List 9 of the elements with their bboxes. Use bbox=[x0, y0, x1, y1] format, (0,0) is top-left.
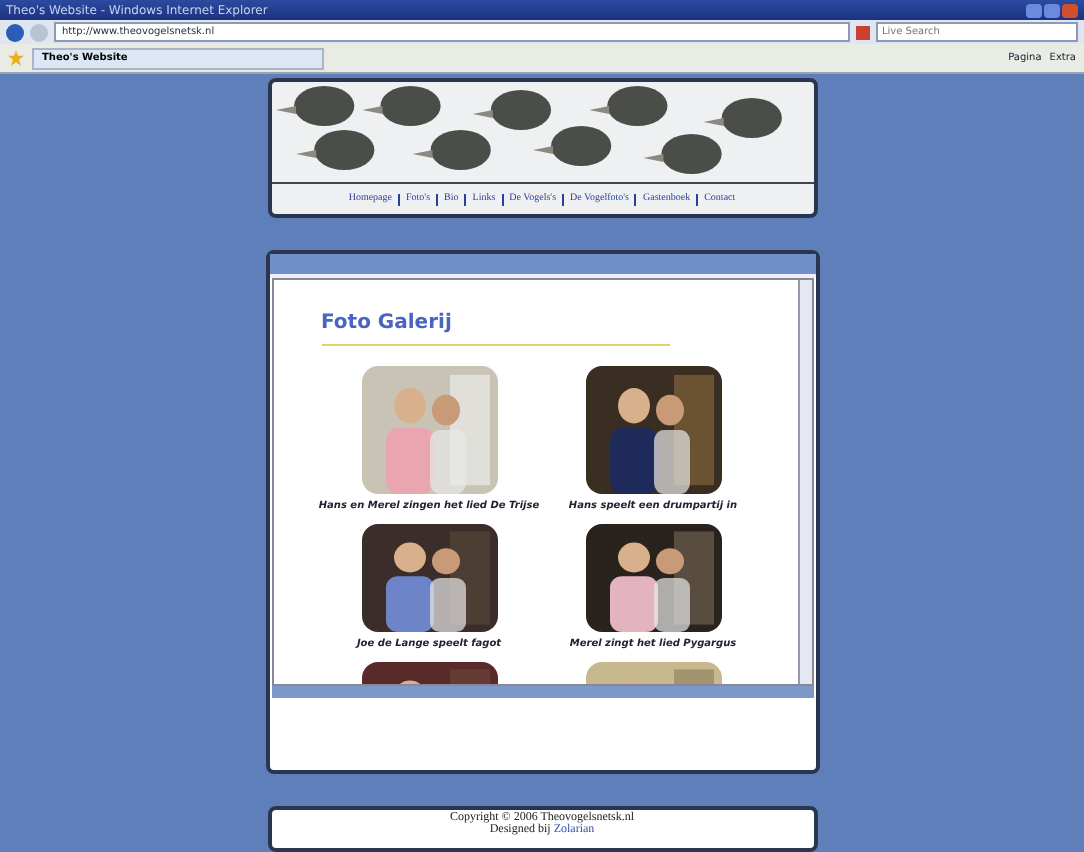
star-icon[interactable] bbox=[8, 50, 24, 66]
gallery-title: Foto Galerij bbox=[321, 312, 454, 334]
forward-button[interactable] bbox=[30, 23, 48, 41]
back-button[interactable] bbox=[6, 23, 24, 41]
close-button[interactable] bbox=[1062, 3, 1078, 17]
minimize-button[interactable] bbox=[1026, 3, 1042, 17]
horizontal-scrollbar[interactable] bbox=[271, 686, 813, 698]
maximize-button[interactable] bbox=[1044, 3, 1060, 17]
stop-icon[interactable] bbox=[856, 25, 870, 39]
